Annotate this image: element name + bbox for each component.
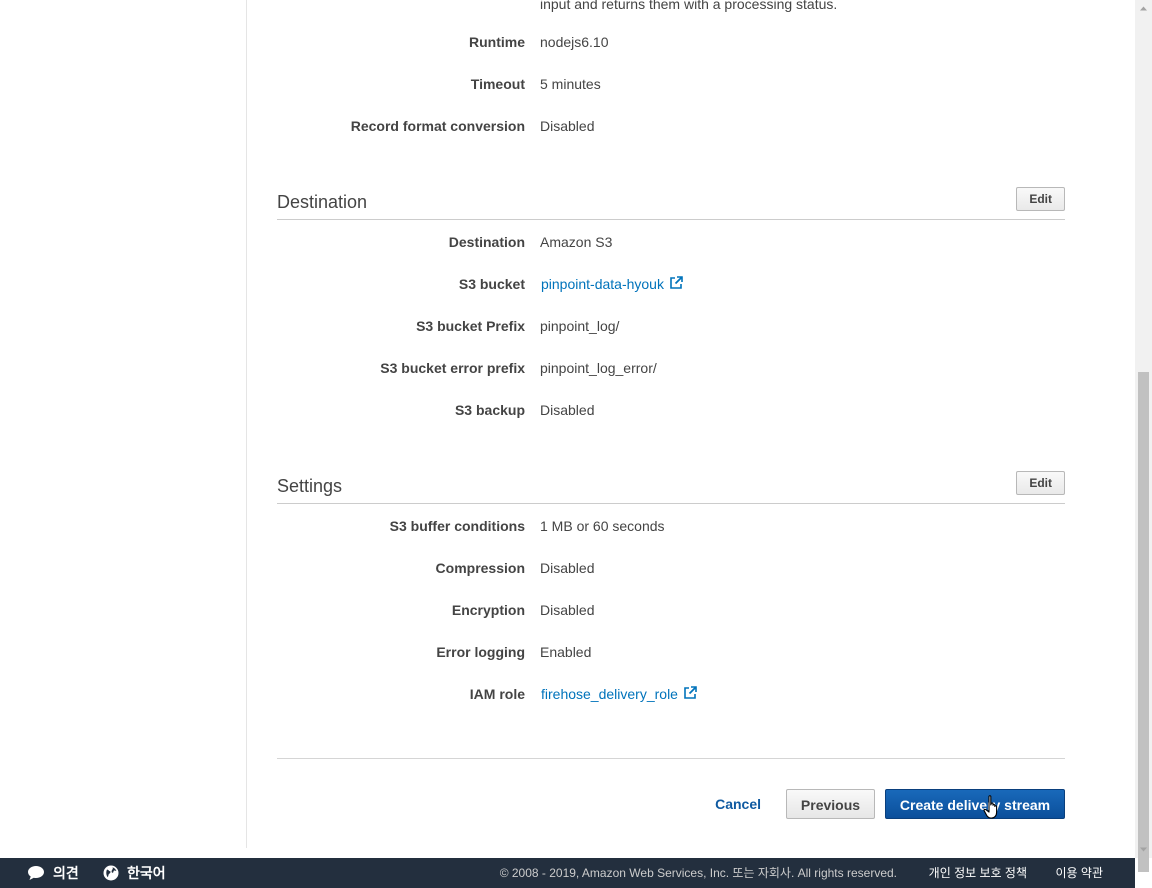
detail-row-destination: Destination Amazon S3: [277, 232, 1065, 252]
detail-row-record-format-conversion: Record format conversion Disabled: [277, 116, 1065, 136]
feedback-link[interactable]: 의견: [27, 858, 79, 888]
detail-label: S3 bucket Prefix: [416, 318, 525, 334]
detail-value: pinpoint_log_error/: [540, 360, 657, 376]
detail-row-iam-role: IAM role firehose_delivery_role: [277, 684, 1065, 704]
scroll-down-arrow-icon[interactable]: [1135, 841, 1152, 858]
section-title: Destination: [277, 192, 368, 212]
console-footer: 의견 한국어 © 2008 - 2019, Amazon Web Service…: [0, 858, 1135, 888]
detail-row-s3-bucket-error-prefix: S3 bucket error prefix pinpoint_log_erro…: [277, 358, 1065, 378]
destination-edit-button[interactable]: Edit: [1016, 187, 1065, 211]
detail-row-s3-bucket-prefix: S3 bucket Prefix pinpoint_log/: [277, 316, 1065, 336]
detail-label: S3 bucket error prefix: [380, 360, 525, 376]
detail-label: Destination: [448, 234, 525, 250]
scrollbar-thumb[interactable]: [1138, 372, 1149, 872]
detail-label: IAM role: [469, 686, 525, 702]
detail-label: S3 backup: [454, 402, 525, 418]
external-link-icon[interactable]: [669, 276, 683, 290]
scroll-up-arrow-icon[interactable]: [1135, 0, 1152, 17]
globe-icon: [103, 865, 119, 881]
detail-value: Amazon S3: [540, 234, 613, 250]
detail-value: 1 MB or 60 seconds: [540, 518, 665, 534]
detail-row-runtime: Runtime nodejs6.10: [277, 32, 1065, 52]
detail-label: Record format conversion: [350, 118, 525, 134]
language-selector[interactable]: 한국어: [103, 858, 166, 888]
lambda-description-continuation: input and returns them with a processing…: [540, 0, 838, 12]
detail-label: Runtime: [469, 34, 525, 50]
detail-label: Encryption: [451, 602, 525, 618]
feedback-label: 의견: [53, 865, 79, 881]
hand-cursor-icon: [983, 795, 998, 819]
privacy-policy-link[interactable]: 개인 정보 보호 정책: [929, 858, 1027, 888]
detail-row-encryption: Encryption Disabled: [277, 600, 1065, 620]
detail-row-compression: Compression Disabled: [277, 558, 1065, 578]
detail-value: pinpoint_log/: [540, 318, 620, 334]
vertical-scrollbar[interactable]: [1135, 0, 1152, 872]
detail-row-error-logging: Error logging Enabled: [277, 642, 1065, 662]
left-nav-divider: [246, 0, 247, 848]
detail-value: Enabled: [540, 644, 592, 660]
detail-label: Error logging: [436, 644, 525, 660]
iam-role-link[interactable]: firehose_delivery_role: [541, 686, 678, 702]
detail-value: Disabled: [540, 402, 595, 418]
detail-value: pinpoint-data-hyouk: [541, 274, 683, 294]
detail-value: 5 minutes: [540, 76, 601, 92]
detail-label: S3 buffer conditions: [389, 518, 525, 534]
language-label: 한국어: [127, 865, 166, 881]
detail-label: Compression: [435, 560, 525, 576]
detail-value: Disabled: [540, 560, 595, 576]
detail-row-s3-buffer-conditions: S3 buffer conditions 1 MB or 60 seconds: [277, 516, 1065, 536]
s3-bucket-link[interactable]: pinpoint-data-hyouk: [541, 276, 664, 292]
create-delivery-stream-button[interactable]: Create delivery stream: [885, 789, 1065, 819]
detail-label: Timeout: [470, 76, 525, 92]
detail-value: Disabled: [540, 602, 595, 618]
previous-button[interactable]: Previous: [786, 789, 875, 819]
terms-of-use-link[interactable]: 이용 약관: [1056, 858, 1104, 888]
section-title: Settings: [277, 476, 343, 496]
detail-value: nodejs6.10: [540, 34, 609, 50]
review-page: input and returns them with a processing…: [0, 0, 1152, 888]
detail-value: firehose_delivery_role: [541, 684, 697, 704]
detail-label: S3 bucket: [458, 276, 525, 292]
detail-value: Disabled: [540, 118, 595, 134]
detail-row-s3-backup: S3 backup Disabled: [277, 400, 1065, 420]
copyright-text: © 2008 - 2019, Amazon Web Services, Inc.…: [499, 866, 897, 880]
speech-bubble-icon: [28, 866, 44, 880]
detail-row-s3-bucket: S3 bucket pinpoint-data-hyouk: [277, 274, 1065, 294]
settings-edit-button[interactable]: Edit: [1016, 471, 1065, 495]
external-link-icon[interactable]: [683, 686, 697, 700]
destination-section-header: Destination Edit: [277, 187, 1065, 220]
settings-section-header: Settings Edit: [277, 471, 1065, 504]
actions-divider: [277, 758, 1065, 759]
detail-row-timeout: Timeout 5 minutes: [277, 74, 1065, 94]
cancel-button[interactable]: Cancel: [715, 789, 761, 819]
